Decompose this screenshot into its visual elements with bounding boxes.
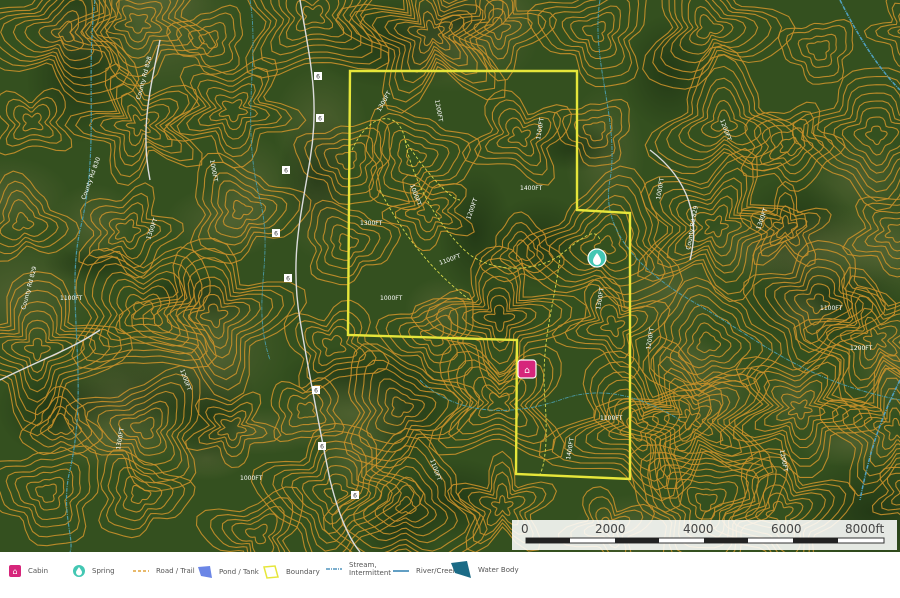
legend-label: Water Body	[478, 566, 519, 574]
topographic-map[interactable]: 1300FT 1200FT 1100FT 1000FT 1400FT 1300FT 1200…	[0, 0, 900, 552]
road-marker: 6	[316, 114, 324, 123]
contour-label: 1400FT	[520, 185, 543, 192]
road-marker: 6	[312, 386, 320, 395]
pond-tank-icon	[198, 566, 212, 578]
stream-intermittent-icon	[326, 568, 342, 570]
legend-item-river-creek: River/Creek	[392, 564, 457, 578]
legend-item-boundary: Boundary	[262, 564, 320, 580]
legend-item-pond-tank: Pond / Tank	[197, 564, 259, 580]
scale-tick-2000: 2000	[595, 522, 626, 536]
legend-label: Cabin	[28, 567, 49, 575]
spring-icon	[73, 565, 85, 577]
cabin-marker[interactable]: ⌂	[517, 359, 537, 379]
contour-label: 1100FT	[600, 415, 623, 422]
map-legend: ⌂ Cabin Spring Road / Trail Pond / Tank …	[0, 552, 900, 598]
contour-label: 1100FT	[820, 305, 843, 312]
road-marker: 6	[351, 491, 359, 500]
scale-tick-4000: 4000	[683, 522, 714, 536]
svg-text:6: 6	[314, 388, 318, 395]
water-body-icon	[451, 561, 471, 578]
svg-text:6: 6	[316, 74, 320, 81]
legend-item-spring: Spring	[72, 564, 115, 578]
svg-text:6: 6	[286, 276, 290, 283]
scale-tick-0: 0	[521, 522, 529, 536]
scale-tick-6000: 6000	[771, 522, 802, 536]
road-marker: 6	[318, 442, 326, 451]
spring-marker[interactable]	[587, 248, 607, 268]
legend-label: Stream, Intermittent	[349, 561, 392, 577]
contour-label: 1200FT	[850, 345, 873, 352]
boundary-icon	[263, 565, 279, 579]
road-trail-icon	[133, 570, 149, 572]
svg-text:6: 6	[353, 493, 357, 500]
cabin-icon: ⌂	[524, 366, 530, 376]
legend-label: Pond / Tank	[219, 568, 259, 576]
svg-text:⌂: ⌂	[12, 567, 17, 576]
road-marker: 6	[282, 166, 290, 175]
legend-item-cabin: ⌂ Cabin	[8, 564, 48, 578]
road-marker: 6	[314, 72, 322, 81]
terrain-patch	[607, 240, 731, 342]
contour-label: 1300FT	[360, 220, 383, 227]
svg-text:6: 6	[284, 168, 288, 175]
cabin-icon: ⌂	[9, 565, 21, 577]
scale-tick-8000: 8000ft	[845, 522, 885, 536]
contour-label: 1000FT	[240, 475, 263, 482]
road-marker: 6	[284, 274, 292, 283]
legend-label: Spring	[92, 567, 115, 575]
legend-item-road-trail: Road / Trail	[132, 564, 195, 578]
map-canvas[interactable]: 1300FT 1200FT1100FT1000FT 1400FT1300FT1200…	[0, 0, 900, 552]
legend-label: Road / Trail	[156, 567, 195, 575]
contour-label: 1100FT	[60, 295, 83, 302]
legend-item-stream-intermittent: Stream, Intermittent	[325, 561, 393, 577]
svg-text:6: 6	[320, 444, 324, 451]
road-marker: 6	[272, 229, 280, 238]
contour-label: 1000FT	[380, 295, 403, 302]
svg-text:6: 6	[274, 231, 278, 238]
legend-item-water-body: Water Body	[450, 560, 519, 580]
river-creek-icon	[393, 570, 409, 572]
scale-bar	[525, 537, 885, 544]
svg-text:6: 6	[318, 116, 322, 123]
legend-label: Boundary	[286, 568, 320, 576]
